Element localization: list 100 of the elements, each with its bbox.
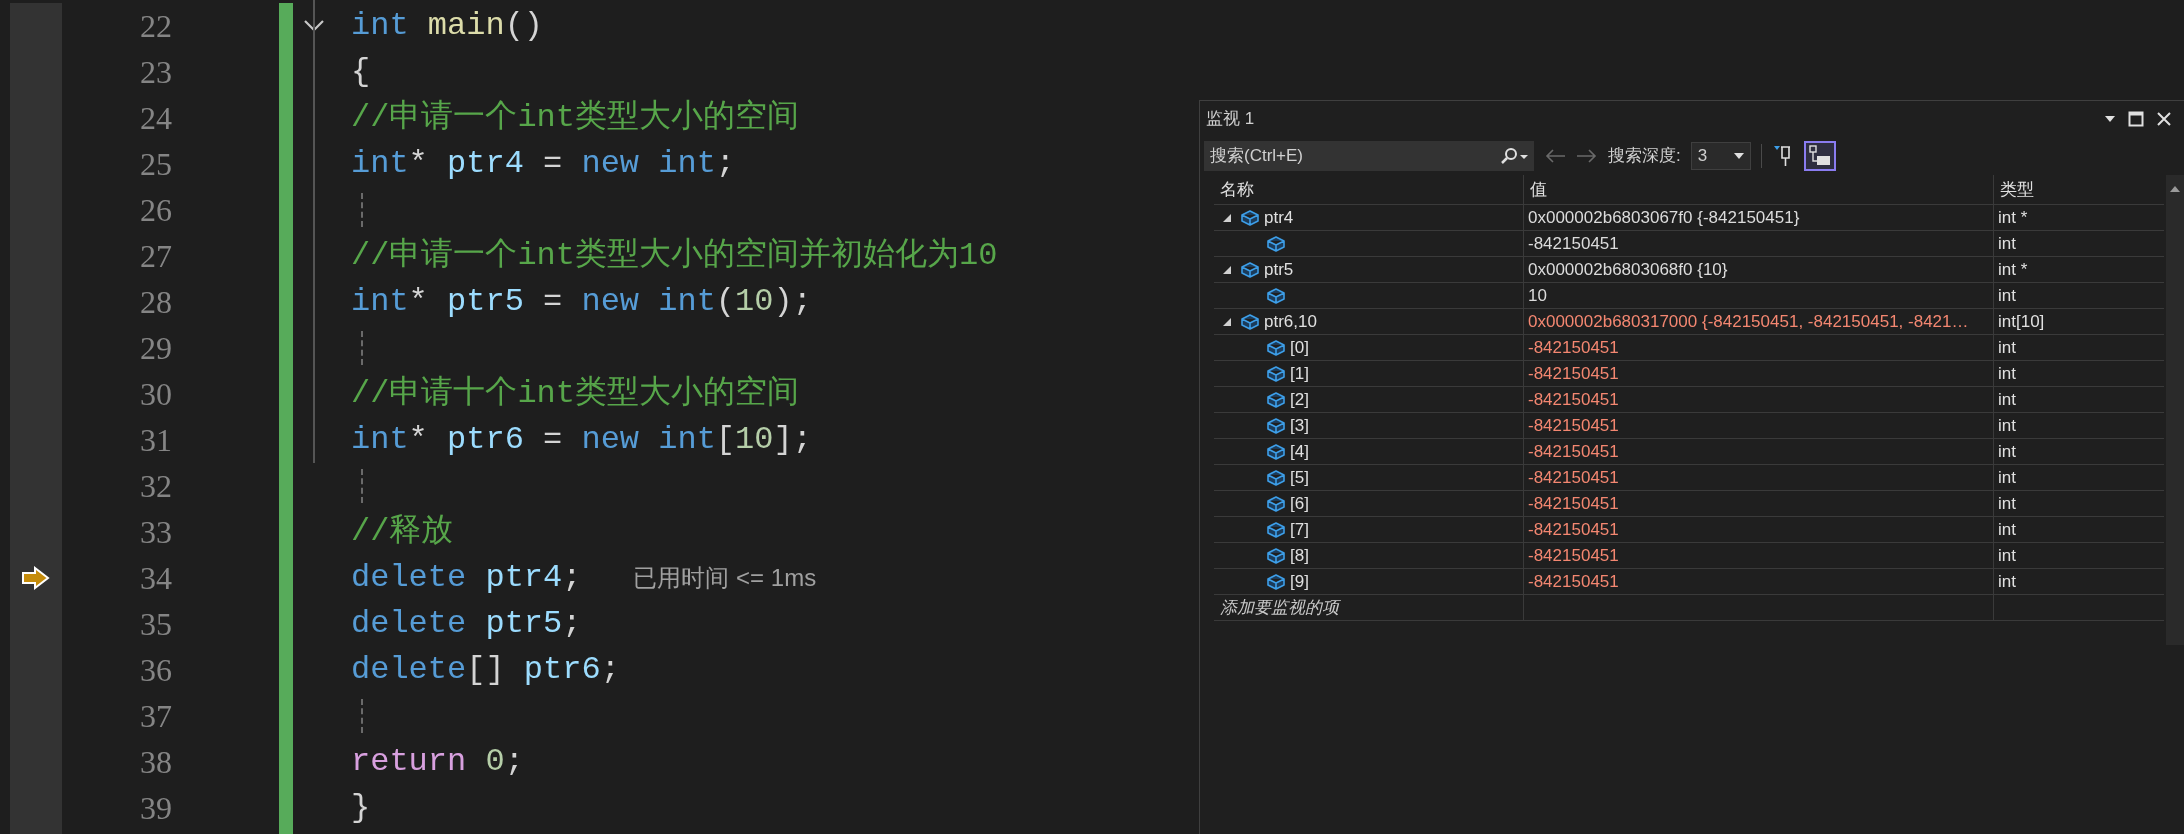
watch-value: 0x000002b6803067f0 {-842150451}: [1528, 206, 1800, 229]
line-number: 23: [140, 56, 172, 88]
expanded-triangle-icon[interactable]: [1222, 264, 1232, 275]
line-number: 35: [140, 608, 172, 640]
watch-name: [5]: [1290, 466, 1309, 489]
code-line: int main(): [351, 10, 544, 42]
variable-cube-icon: [1266, 234, 1286, 253]
variable-cube-icon: [1266, 546, 1286, 565]
code-line: //释放: [351, 516, 454, 548]
caret-icon: [1733, 153, 1744, 159]
variable-cube-icon: [1266, 520, 1286, 539]
code-line: int* ptr6 = new int[10];: [351, 424, 812, 456]
watch-type: int: [1998, 492, 2016, 515]
variable-cube-icon: [1266, 286, 1286, 305]
chevron-down-icon[interactable]: [303, 19, 325, 33]
watch-value: 0x000002b6803068f0 {10}: [1528, 258, 1728, 281]
watch-type: int: [1998, 362, 2016, 385]
variable-cube-icon: [1266, 572, 1286, 591]
variable-cube-icon: [1240, 208, 1260, 227]
watch-value: -842150451: [1528, 492, 1619, 515]
watch-type: int: [1998, 440, 2016, 463]
search-field[interactable]: 搜索(Ctrl+E): [1204, 141, 1494, 171]
watch-value: -842150451: [1528, 466, 1619, 489]
watch-value: -842150451: [1528, 570, 1619, 593]
scrollbar[interactable]: [2166, 175, 2184, 645]
line-number: 33: [140, 516, 172, 548]
watch-name: ptr6,10: [1264, 310, 1317, 333]
watch-name: [8]: [1290, 544, 1309, 567]
code-line: }: [351, 792, 371, 824]
column-header[interactable]: 类型: [1994, 175, 2144, 204]
line-number: 24: [140, 102, 172, 134]
line-number: 26: [140, 194, 172, 226]
variable-cube-icon: [1266, 338, 1286, 357]
variable-cube-icon: [1266, 468, 1286, 487]
line-number: 22: [140, 10, 172, 42]
watch-value: -842150451: [1528, 336, 1619, 359]
column-header[interactable]: 名称: [1214, 175, 1524, 204]
watch-name: ptr5: [1264, 258, 1294, 281]
watch-type: int: [1998, 466, 2016, 489]
scroll-up-icon[interactable]: [2169, 185, 2181, 193]
add-watch-item[interactable]: 添加要监视的项: [1220, 594, 1339, 621]
watch-type: int: [1998, 388, 2016, 411]
variable-cube-icon: [1266, 364, 1286, 383]
watch-type: int: [1998, 414, 2016, 437]
line-number: 39: [140, 792, 172, 824]
line-number: 28: [140, 286, 172, 318]
watch-type: int *: [1998, 258, 2028, 281]
code-line: int* ptr4 = new int;: [351, 148, 736, 180]
watch-value: 0x000002b680317000 {-842150451, -842150451, -8421…: [1528, 310, 1969, 333]
panel-title: 监视 1: [1206, 108, 1255, 131]
maximize-icon[interactable]: [2128, 111, 2144, 127]
line-number: 37: [140, 700, 172, 732]
value-format-icon: [1807, 145, 1832, 167]
forward-arrow-icon[interactable]: [1576, 148, 1598, 164]
variable-cube-icon: [1266, 442, 1286, 461]
watch-type: int *: [1998, 206, 2028, 229]
close-icon[interactable]: [2156, 111, 2172, 127]
indent-guide: [361, 469, 363, 503]
watch-name: [4]: [1290, 440, 1309, 463]
line-number: 32: [140, 470, 172, 502]
watch-value: -842150451: [1528, 232, 1619, 255]
search-options-button[interactable]: [1494, 141, 1534, 171]
watch-name: [2]: [1290, 388, 1309, 411]
watch-type: int[10]: [1998, 310, 2045, 333]
watch-type: int: [1998, 544, 2016, 567]
watch-name: [3]: [1290, 414, 1309, 437]
back-arrow-icon[interactable]: [1544, 148, 1566, 164]
indent-guide: [361, 193, 363, 227]
watch-name: [7]: [1290, 518, 1309, 541]
line-number: 36: [140, 654, 172, 686]
watch-value: 10: [1528, 284, 1547, 307]
variable-cube-icon: [1266, 416, 1286, 435]
variable-cube-icon: [1266, 494, 1286, 513]
watch-name: [9]: [1290, 570, 1309, 593]
search-icon: [1499, 147, 1529, 165]
watch-type: int: [1998, 518, 2016, 541]
column-header[interactable]: 值: [1524, 175, 1994, 204]
watch-type: int: [1998, 284, 2016, 307]
expanded-triangle-icon[interactable]: [1222, 212, 1232, 223]
format-toggle-button[interactable]: [1803, 141, 1836, 171]
code-line: {: [351, 56, 371, 88]
dropdown-caret-icon[interactable]: [2104, 115, 2116, 123]
indent-guide: [361, 331, 363, 365]
line-number: 29: [140, 332, 172, 364]
expanded-triangle-icon[interactable]: [1222, 316, 1232, 327]
elapsed-time-hint: 已用时间 <= 1ms: [633, 563, 817, 593]
line-number: 27: [140, 240, 172, 272]
watch-value: -842150451: [1528, 440, 1619, 463]
watch-name: [6]: [1290, 492, 1309, 515]
watch-type: int: [1998, 336, 2016, 359]
search-depth-label: 搜索深度:: [1608, 145, 1681, 168]
watch-type: int: [1998, 570, 2016, 593]
code-line: int* ptr5 = new int(10);: [351, 286, 812, 318]
variable-cube-icon: [1266, 390, 1286, 409]
variable-cube-icon: [1240, 312, 1260, 331]
code-line: return 0;: [351, 746, 524, 778]
watch-type: int: [1998, 232, 2016, 255]
watch-value: -842150451: [1528, 414, 1619, 437]
line-number: 38: [140, 746, 172, 778]
depth-dropdown[interactable]: 3: [1690, 142, 1751, 170]
